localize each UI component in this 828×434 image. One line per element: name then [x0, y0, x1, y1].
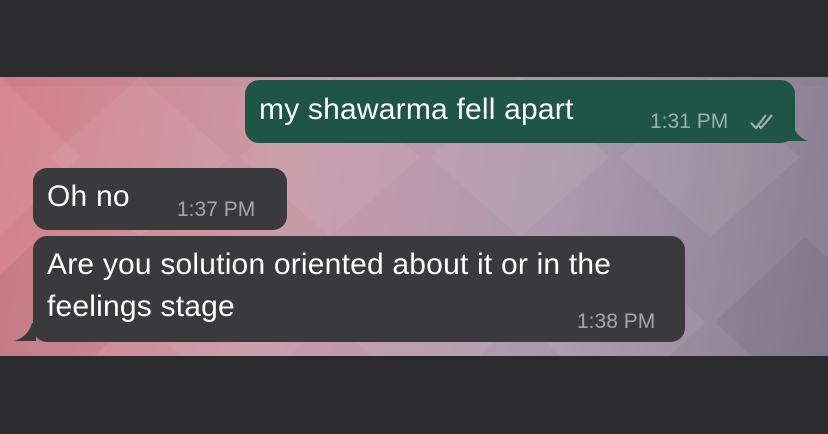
incoming-bubble-tail — [14, 323, 36, 341]
bottom-letterbox-bar — [0, 356, 828, 434]
message-time: 1:37 PM — [177, 198, 256, 221]
incoming-message-bubble[interactable]: Are you solution oriented about it or in… — [33, 236, 685, 342]
top-letterbox-bar — [0, 0, 828, 77]
message-text: Are you solution oriented about it or in… — [47, 248, 612, 323]
message-text: Oh no — [47, 180, 130, 213]
double-check-read-icon — [750, 114, 773, 130]
chat-area[interactable]: my shawarma fell apart 1:31 PM Oh no 1:3… — [0, 77, 828, 356]
outgoing-bubble-tail — [788, 123, 808, 141]
message-text: my shawarma fell apart — [259, 93, 574, 126]
message-time: 1:31 PM — [650, 110, 729, 133]
outgoing-message-bubble[interactable]: my shawarma fell apart 1:31 PM — [245, 80, 795, 143]
incoming-message-bubble[interactable]: Oh no 1:37 PM — [33, 168, 287, 230]
message-time: 1:38 PM — [577, 310, 656, 333]
